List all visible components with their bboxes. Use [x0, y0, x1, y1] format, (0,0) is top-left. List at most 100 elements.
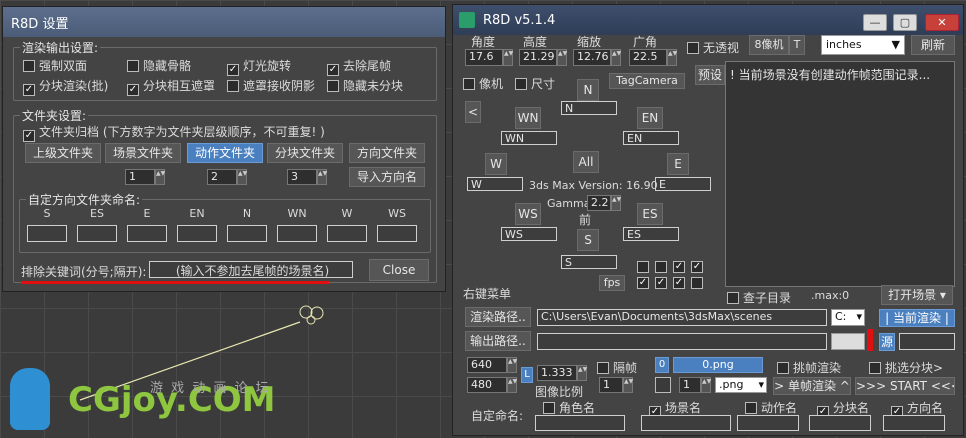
render-option-box[interactable]: ✓ — [327, 64, 339, 76]
collapse-button[interactable]: < — [465, 101, 481, 123]
dir-name-input[interactable] — [277, 225, 317, 242]
gamma-spinner[interactable]: ▲▼ — [611, 195, 621, 211]
source-input[interactable] — [899, 333, 955, 350]
scene-level-input[interactable]: 1 — [125, 169, 155, 185]
dir-n-field[interactable]: N — [561, 101, 617, 115]
frame-start-field[interactable]: 0 — [655, 357, 669, 373]
preset-button[interactable]: 预设 — [695, 65, 725, 85]
dir-es-field[interactable]: ES — [623, 227, 679, 241]
source-button[interactable]: 源 — [879, 333, 895, 351]
name-option-input[interactable] — [535, 415, 625, 431]
skip-input[interactable]: 1 — [599, 377, 623, 393]
skip-spinner[interactable]: ▲▼ — [623, 377, 633, 393]
start-button[interactable]: >>> START <<< — [855, 377, 955, 395]
import-direction-button[interactable]: 导入方向名 — [349, 167, 425, 187]
block-level-spinner[interactable]: ▲▼ — [317, 169, 327, 185]
render-path-input[interactable]: C:\Users\Evan\Documents\3dsMax\scenes — [537, 309, 827, 326]
dir-name-input[interactable] — [27, 225, 67, 242]
refresh-button[interactable]: 刷新 — [911, 35, 955, 55]
lock-aspect-button[interactable]: L — [521, 367, 533, 383]
frame-step-input[interactable]: 1 — [679, 377, 701, 393]
dir-es-button[interactable]: ES — [637, 203, 663, 225]
exclude-input[interactable]: (输入不参加去尾帧的场景名) — [149, 261, 353, 278]
height-px-input[interactable]: 480 — [467, 377, 507, 393]
dir-s-button[interactable]: S — [577, 229, 599, 251]
open-scene-button[interactable]: 打开场景 ▾ — [881, 285, 953, 305]
block-level-input[interactable]: 3 — [287, 169, 317, 185]
direction-enable-checkbox[interactable]: ✓ — [673, 277, 685, 289]
render-option-box[interactable] — [23, 60, 35, 72]
view-subdir-box[interactable] — [727, 292, 739, 304]
size-checkbox[interactable]: 尺寸 — [515, 75, 555, 92]
height-input[interactable]: 21.29 — [519, 49, 557, 66]
render-option-box[interactable]: ✓ — [23, 84, 35, 96]
render-option-5[interactable]: ✓ 分块相互遮罩 — [127, 77, 215, 96]
dir-wn-button[interactable]: WN — [515, 107, 541, 129]
dir-e-field[interactable]: E — [655, 177, 711, 191]
frame-step-spinner[interactable]: ▲▼ — [701, 377, 711, 393]
dir-all-button[interactable]: All — [573, 151, 599, 173]
t-button[interactable]: T — [789, 35, 805, 55]
dir-name-input[interactable] — [227, 225, 267, 242]
name-option-0[interactable]: 角色名 — [543, 399, 595, 416]
scene-level-spinner[interactable]: ▲▼ — [155, 169, 165, 185]
direction-enable-checkbox[interactable]: ✓ — [655, 277, 667, 289]
fps-button[interactable]: fps — [599, 275, 625, 291]
dir-w-field[interactable]: W — [467, 177, 523, 191]
format-select[interactable]: .png ▾ — [715, 377, 767, 393]
maximize-button[interactable]: ▢ — [893, 14, 917, 31]
output-path-input[interactable] — [537, 333, 827, 350]
minimize-button[interactable]: — — [863, 14, 887, 31]
render-option-box[interactable] — [227, 80, 239, 92]
dir-n-button[interactable]: N — [577, 79, 599, 101]
settings-titlebar[interactable]: R8D 设置 — [3, 7, 445, 37]
direction-enable-checkbox[interactable]: ✓ — [673, 261, 685, 273]
name-option-input[interactable] — [641, 415, 731, 431]
render-option-box[interactable] — [327, 80, 339, 92]
dir-wn-field[interactable]: WN — [501, 131, 557, 145]
height-spinner[interactable]: ▲▼ — [557, 49, 567, 66]
batch-pick-checkbox[interactable]: 挑选分块> — [869, 359, 943, 376]
render-option-box[interactable]: ✓ — [127, 84, 139, 96]
render-option-1[interactable]: 隐藏骨骼 — [127, 57, 191, 74]
render-path-button[interactable]: 渲染路径.. — [465, 307, 531, 327]
action-level-spinner[interactable]: ▲▼ — [237, 169, 247, 185]
zoom-input[interactable]: 12.76 — [573, 49, 611, 66]
parent-folder-button[interactable]: 上级文件夹 — [25, 143, 101, 163]
tagcamera-button[interactable]: TagCamera — [609, 73, 685, 89]
render-option-3[interactable]: ✓ 去除尾帧 — [327, 57, 391, 76]
name-option-2[interactable]: 动作名 — [745, 399, 797, 416]
dir-en-button[interactable]: EN — [637, 107, 663, 129]
units-select[interactable]: inches ▼ — [821, 35, 905, 55]
batch-pick-box[interactable] — [869, 362, 881, 374]
dir-name-input[interactable] — [377, 225, 417, 242]
zoom-spinner[interactable]: ▲▼ — [611, 49, 621, 66]
archive-checkbox[interactable]: ✓ 文件夹归档 (下方数字为文件夹层级顺序，不可重复! ) — [23, 123, 325, 142]
dir-en-field[interactable]: EN — [623, 131, 679, 145]
render-option-2[interactable]: ✓ 灯光旋转 — [227, 57, 291, 76]
size-check-box[interactable] — [515, 78, 527, 90]
width-input[interactable]: 640 — [467, 357, 507, 373]
pick-render-box[interactable] — [777, 362, 789, 374]
drive-select[interactable]: C: ▾ — [831, 309, 865, 326]
name-option-box[interactable] — [745, 402, 757, 414]
camera-checkbox[interactable]: 像机 — [463, 75, 503, 92]
direction-enable-checkbox[interactable] — [655, 261, 667, 273]
name-option-box[interactable] — [543, 402, 555, 414]
name-option-input[interactable] — [883, 415, 945, 431]
name-option-input[interactable] — [737, 415, 799, 431]
dir-s-field[interactable]: S — [561, 255, 617, 269]
render-option-0[interactable]: 强制双面 — [23, 57, 87, 74]
render-option-7[interactable]: 隐藏未分块 — [327, 77, 403, 94]
angle-input[interactable]: 17.6 — [465, 49, 503, 66]
output-path-button[interactable]: 输出路径.. — [465, 331, 531, 351]
direction-enable-checkbox[interactable]: ✓ — [691, 261, 703, 273]
current-render-button[interactable]: | 当前渲染 | — [879, 309, 955, 327]
width-spinner[interactable]: ▲▼ — [507, 357, 517, 373]
view-subdir-checkbox[interactable]: 查子目录 — [727, 289, 791, 306]
dir-ws-field[interactable]: WS — [501, 227, 557, 241]
skip-frame-checkbox[interactable]: 隔帧 — [597, 359, 637, 376]
render-option-4[interactable]: ✓ 分块渲染(批) — [23, 77, 108, 96]
dir-name-input[interactable] — [327, 225, 367, 242]
close-button[interactable]: Close — [369, 259, 429, 281]
